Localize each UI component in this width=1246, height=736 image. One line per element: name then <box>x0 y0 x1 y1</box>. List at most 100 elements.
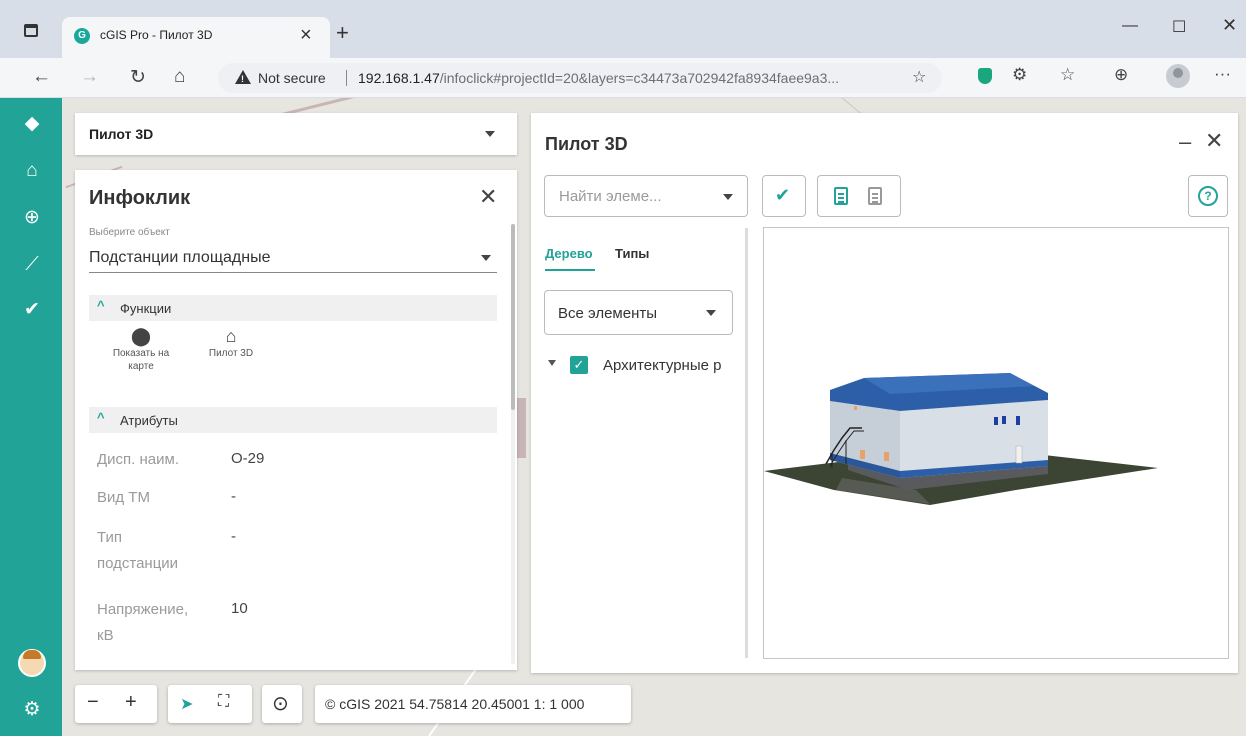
building-3d-icon: ⌂ <box>225 326 237 346</box>
pilot-3d-button[interactable]: ⌂ Пилот 3D <box>193 326 269 360</box>
function-label: карте <box>128 361 154 372</box>
not-secure-label: Not secure <box>258 70 326 86</box>
favorites-list-icon[interactable]: ☆ <box>1060 65 1075 85</box>
attribute-value: - <box>231 488 236 505</box>
zoom-in-button[interactable]: + <box>125 691 137 714</box>
chevron-up-icon: ^ <box>97 410 105 425</box>
favorite-star-icon[interactable]: ☆ <box>912 67 926 87</box>
extensions-icon[interactable]: ⚙ <box>1012 65 1027 85</box>
layer-select[interactable]: Пилот 3D <box>75 113 517 155</box>
map-road <box>516 398 526 458</box>
panel-splitter[interactable] <box>745 228 748 658</box>
url-host: 192.168.1.47 <box>358 70 440 86</box>
show-on-map-button[interactable]: ⬤ Показать на карте <box>97 326 185 373</box>
view-controls: ➤ ⛶ <box>168 685 252 723</box>
north-arrow-icon[interactable]: ➤ <box>180 694 193 714</box>
url-field[interactable]: ! Not secure 192.168.1.47/infoclick#proj… <box>218 63 942 93</box>
ruler-icon[interactable]: ⟋ <box>22 254 42 276</box>
browser-address-bar: ← → ↻ ⌂ ! Not secure 192.168.1.47/infocl… <box>0 58 1246 98</box>
map-pin-icon: ⬤ <box>130 326 152 346</box>
window <box>1016 416 1020 425</box>
scrollbar[interactable] <box>511 224 515 664</box>
reload-icon[interactable]: ↻ <box>130 66 146 89</box>
attribute-key: Дисп. наим. <box>97 451 179 468</box>
locate-target-icon: ⊙ <box>272 693 289 715</box>
home-icon[interactable]: ⌂ <box>174 66 185 88</box>
window <box>994 417 998 425</box>
chevron-down-icon <box>706 310 716 316</box>
tab-title: cGIS Pro - Пилот 3D <box>100 28 213 42</box>
browser-tab[interactable]: G cGIS Pro - Пилот 3D × <box>62 17 330 58</box>
shield-extension-icon[interactable] <box>978 68 992 84</box>
forward-arrow-icon[interactable]: → <box>80 66 99 88</box>
zoom-out-button[interactable]: − <box>87 691 99 714</box>
attribute-value: - <box>231 528 236 545</box>
3d-viewer[interactable] <box>763 227 1229 659</box>
object-select-value: Подстанции площадные <box>89 249 271 266</box>
attribute-key: кВ <box>97 627 114 644</box>
url-path: /infoclick#projectId=20&layers=c34473a70… <box>439 70 840 86</box>
app-area: ◆ ⌂ ⊕ ⟋ ✔ ⚙ Пилот 3D Инфоклик ✕ Выберите… <box>0 98 1246 736</box>
panel-title: Инфоклик <box>89 187 191 209</box>
settings-icon[interactable]: ⚙ <box>22 698 42 721</box>
locate-button[interactable]: ⊙ <box>262 685 302 723</box>
document-list-icon[interactable] <box>834 187 848 205</box>
expand-arrow-icon[interactable] <box>548 360 556 366</box>
collections-icon[interactable]: ⊕ <box>1114 65 1128 85</box>
zoom-search-icon[interactable]: ⊕ <box>22 206 42 229</box>
tab-types[interactable]: Типы <box>615 246 649 261</box>
new-tab-icon[interactable]: + <box>336 20 349 46</box>
cgis-favicon-icon: G <box>74 28 90 44</box>
window-menu-icon[interactable] <box>24 24 38 37</box>
chevron-down-icon <box>485 131 495 137</box>
door <box>1015 445 1023 464</box>
help-icon: ? <box>1198 186 1218 206</box>
document-tools-group <box>817 175 901 217</box>
filter-value: Все элементы <box>558 305 658 322</box>
element-filter-select[interactable]: Все элементы <box>544 290 733 335</box>
minimize-window-icon[interactable]: — <box>1122 17 1138 35</box>
tree-item[interactable]: ✓ Архитектурные р <box>548 355 744 377</box>
minimize-icon[interactable]: – <box>1179 129 1191 155</box>
brush-icon[interactable]: ✔ <box>22 298 42 321</box>
home-search-icon[interactable]: ⌂ <box>22 160 42 182</box>
close-icon[interactable]: ✕ <box>479 184 497 210</box>
close-window-icon[interactable]: ✕ <box>1222 15 1237 36</box>
layers-icon[interactable]: ◆ <box>22 112 42 135</box>
attribute-key: Вид ТМ <box>97 489 150 506</box>
clear-brush-button[interactable]: ✔ <box>762 175 806 217</box>
checkbox-checked[interactable]: ✓ <box>570 356 588 374</box>
document-check-icon[interactable] <box>868 187 882 205</box>
function-label: Показать на <box>112 348 170 359</box>
more-menu-icon[interactable]: ··· <box>1214 64 1231 84</box>
panel-title: Пилот 3D <box>545 134 628 154</box>
detail <box>854 406 857 410</box>
detail <box>860 450 865 459</box>
attribute-key: Напряжение, <box>97 601 189 618</box>
attribute-value: 10 <box>231 600 248 617</box>
close-tab-icon[interactable]: × <box>300 24 312 47</box>
attributes-section-header[interactable]: ^ Атрибуты <box>89 407 497 433</box>
attribute-value: О-29 <box>231 450 265 467</box>
function-label: Пилот 3D <box>208 348 254 359</box>
scrollbar-thumb[interactable] <box>511 224 515 410</box>
layer-select-value: Пилот 3D <box>89 126 154 142</box>
select-object-label: Выберите объект <box>89 227 170 238</box>
fullscreen-icon[interactable]: ⛶ <box>218 693 229 711</box>
map-status-text: © cGIS 2021 54.75814 20.45001 1: 1 000 <box>325 696 585 712</box>
profile-avatar-icon[interactable] <box>1166 64 1190 88</box>
tab-tree[interactable]: Дерево <box>545 246 593 261</box>
back-arrow-icon[interactable]: ← <box>32 66 51 88</box>
active-tab-indicator <box>545 269 595 271</box>
user-avatar[interactable] <box>18 649 46 677</box>
help-button[interactable]: ? <box>1188 175 1228 217</box>
attribute-key: Тип <box>97 529 123 546</box>
close-icon[interactable]: ✕ <box>1205 128 1223 154</box>
building-3d-model <box>764 373 1158 505</box>
maximize-window-icon[interactable]: ☐ <box>1172 17 1186 37</box>
tree-item-label: Архитектурные р <box>603 357 722 374</box>
functions-section-header[interactable]: ^ Функции <box>89 295 497 321</box>
chevron-down-icon <box>723 194 733 200</box>
element-search-input[interactable]: Найти элеме... <box>544 175 748 217</box>
object-select[interactable]: Подстанции площадные <box>89 243 497 273</box>
